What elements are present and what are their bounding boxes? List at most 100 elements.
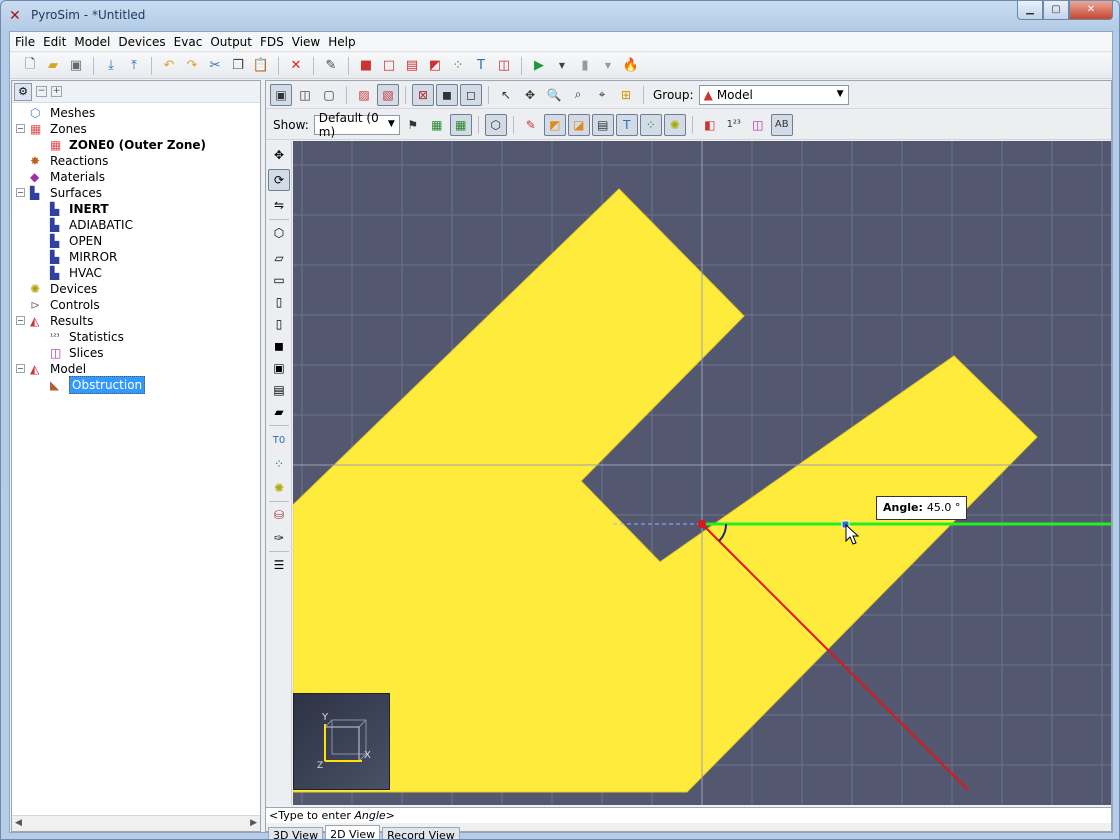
place-thermocouple-icon[interactable]: T0 bbox=[268, 429, 290, 451]
group-select[interactable]: ▲ Model ▼ bbox=[698, 84, 849, 105]
tree-node[interactable]: ◆ Materials bbox=[12, 169, 260, 185]
tab-2d-view[interactable]: 2D View bbox=[325, 825, 381, 839]
show-textures-icon[interactable]: ▧ bbox=[377, 83, 399, 106]
show-sprinklers-icon[interactable]: ✺ bbox=[663, 113, 686, 136]
2d-view-canvas[interactable]: Angle: 45.0 ° bbox=[293, 141, 1111, 805]
obstruction-shape[interactable] bbox=[293, 188, 1038, 793]
draw-slab-icon[interactable]: ▱ bbox=[268, 247, 290, 269]
mirror-tool-icon[interactable]: ⇋ bbox=[268, 194, 290, 216]
rotation-pivot-point[interactable] bbox=[698, 520, 706, 528]
tree-node[interactable]: − ◭ Model bbox=[12, 361, 260, 377]
fit-icon[interactable]: ⌖ bbox=[591, 84, 613, 106]
shade-light-icon[interactable]: ◻ bbox=[460, 83, 482, 106]
scroll-left-icon[interactable]: ◀ bbox=[15, 818, 22, 828]
menu-edit[interactable]: Edit bbox=[39, 32, 70, 51]
eyedropper-icon[interactable]: ✑ bbox=[268, 527, 290, 549]
expand-all-icon[interactable]: + bbox=[51, 86, 62, 97]
menu-file[interactable]: File bbox=[11, 32, 39, 51]
properties-icon[interactable]: ✎ bbox=[321, 56, 341, 76]
tree-node[interactable]: ✺ Devices bbox=[12, 281, 260, 297]
tree-node[interactable]: ¹²³ Statistics bbox=[12, 329, 260, 345]
show-slices-icon[interactable]: ◫ bbox=[747, 114, 769, 136]
show-thermocouples-icon[interactable]: T bbox=[615, 113, 638, 136]
show-devices-icon[interactable]: ⁘ bbox=[639, 113, 662, 136]
tab-record-view[interactable]: Record View bbox=[382, 827, 460, 839]
tree-collapse-icon[interactable]: − bbox=[16, 124, 25, 133]
fit-selection-icon[interactable]: ⊞ bbox=[615, 84, 637, 106]
undo-icon[interactable]: ↶ bbox=[159, 56, 179, 76]
show-statistics-icon[interactable]: 1²³ bbox=[723, 114, 745, 136]
tree-node[interactable]: ▙ OPEN bbox=[12, 233, 260, 249]
copy-icon[interactable]: ❐ bbox=[228, 56, 248, 76]
tree-collapse-icon[interactable]: − bbox=[16, 364, 25, 373]
tree-node[interactable]: ◫ Slices bbox=[12, 345, 260, 361]
draw-mesh-icon[interactable]: ⬡ bbox=[268, 222, 290, 244]
tree-node[interactable]: ⬡ Meshes bbox=[12, 105, 260, 121]
tree-node[interactable]: ▙ ADIABATIC bbox=[12, 217, 260, 233]
tree-node[interactable]: ✸ Reactions bbox=[12, 153, 260, 169]
menu-fds[interactable]: FDS bbox=[256, 32, 288, 51]
export-icon[interactable]: ⤒ bbox=[124, 56, 144, 76]
show-zones-icon[interactable]: ◧ bbox=[699, 114, 721, 136]
pan-tool-icon[interactable]: ✥ bbox=[519, 84, 541, 106]
shade-dark-icon[interactable]: ◼ bbox=[436, 83, 458, 106]
show-holes-toggle-icon[interactable]: ◪ bbox=[567, 113, 590, 136]
menu-evac[interactable]: Evac bbox=[170, 32, 207, 51]
move-tool-icon[interactable]: ✥ bbox=[268, 144, 290, 166]
new-slice-icon[interactable]: ◫ bbox=[494, 56, 514, 76]
draw-room-icon[interactable]: ▣ bbox=[268, 357, 290, 379]
draw-slice-icon[interactable]: ▤ bbox=[268, 379, 290, 401]
paste-icon[interactable]: 📋 bbox=[251, 56, 271, 76]
zoom-tool-icon[interactable]: 🔍 bbox=[543, 84, 565, 106]
view-solid-icon[interactable]: ▣ bbox=[270, 83, 292, 106]
maximize-button[interactable]: ▢ bbox=[1043, 1, 1069, 20]
stop-dropdown-icon[interactable]: ▼ bbox=[598, 56, 618, 76]
close-button[interactable]: ✕ bbox=[1069, 1, 1113, 20]
open-folder-icon[interactable]: ▰ bbox=[43, 56, 63, 76]
xray-icon[interactable]: ⊠ bbox=[412, 83, 434, 106]
tree-node[interactable]: ◣ Obstruction bbox=[12, 376, 260, 394]
minimize-button[interactable]: ▁ bbox=[1017, 1, 1043, 20]
draw-hole-icon[interactable]: ▰ bbox=[268, 401, 290, 423]
draw-wall-icon[interactable]: ▯ bbox=[268, 291, 290, 313]
new-thermocouple-icon[interactable]: T bbox=[471, 56, 491, 76]
draw-block-icon[interactable]: ◼ bbox=[268, 335, 290, 357]
place-device-icon[interactable]: ⁘ bbox=[268, 453, 290, 475]
tree-node[interactable]: ▙ HVAC bbox=[12, 265, 260, 281]
show-labels-icon[interactable]: AB bbox=[770, 113, 793, 136]
edit-filters-icon[interactable]: ⚑ bbox=[402, 114, 424, 136]
place-sprinkler-icon[interactable]: ✺ bbox=[268, 477, 290, 499]
tree-node[interactable]: ▙ MIRROR bbox=[12, 249, 260, 265]
tree-filter-icon[interactable]: ⚙ bbox=[14, 82, 32, 101]
save-icon[interactable]: ▣ bbox=[66, 56, 86, 76]
tree-collapse-icon[interactable]: − bbox=[16, 188, 25, 197]
tree-horizontal-scrollbar[interactable]: ◀ ▶ bbox=[12, 815, 260, 831]
redo-icon[interactable]: ↷ bbox=[182, 56, 202, 76]
view-wire-icon[interactable]: ▢ bbox=[318, 84, 340, 106]
show-obstructions-toggle-icon[interactable]: ◩ bbox=[543, 113, 566, 136]
smokeview-icon[interactable]: 🔥 bbox=[621, 56, 641, 76]
menu-view[interactable]: View bbox=[288, 32, 324, 51]
new-device-icon[interactable]: ⁘ bbox=[448, 56, 468, 76]
tree-node[interactable]: − ▙ Surfaces bbox=[12, 185, 260, 201]
menu-output[interactable]: Output bbox=[206, 32, 256, 51]
new-hole-icon[interactable]: □ bbox=[379, 56, 399, 76]
rotate-tool-icon[interactable]: ⟳ bbox=[268, 169, 290, 191]
menu-model[interactable]: Model bbox=[70, 32, 114, 51]
show-vents-toggle-icon[interactable]: ▤ bbox=[591, 113, 614, 136]
view-outline-icon[interactable]: ◫ bbox=[294, 84, 316, 106]
tree-node[interactable]: ⊳ Controls bbox=[12, 297, 260, 313]
cut-icon[interactable]: ✂ bbox=[205, 56, 225, 76]
tree-node[interactable]: ▦ ZONE0 (Outer Zone) bbox=[12, 137, 260, 153]
zoom-box-icon[interactable]: ⌕ bbox=[567, 84, 589, 106]
tab-3d-view[interactable]: 3D View bbox=[268, 827, 324, 839]
menu-help[interactable]: Help bbox=[324, 32, 359, 51]
stop-icon[interactable]: ▮ bbox=[575, 56, 595, 76]
draw-vent-icon[interactable]: ▭ bbox=[268, 269, 290, 291]
collapse-all-icon[interactable]: − bbox=[36, 86, 47, 97]
show-backgrounds-icon[interactable]: ▦ bbox=[449, 113, 472, 136]
paint-surface-icon[interactable]: ⛁ bbox=[268, 504, 290, 526]
show-obstructions-icon[interactable]: ▨ bbox=[353, 84, 375, 106]
show-hvac-icon[interactable]: ✎ bbox=[520, 114, 542, 136]
show-images-icon[interactable]: ▦ bbox=[426, 114, 448, 136]
